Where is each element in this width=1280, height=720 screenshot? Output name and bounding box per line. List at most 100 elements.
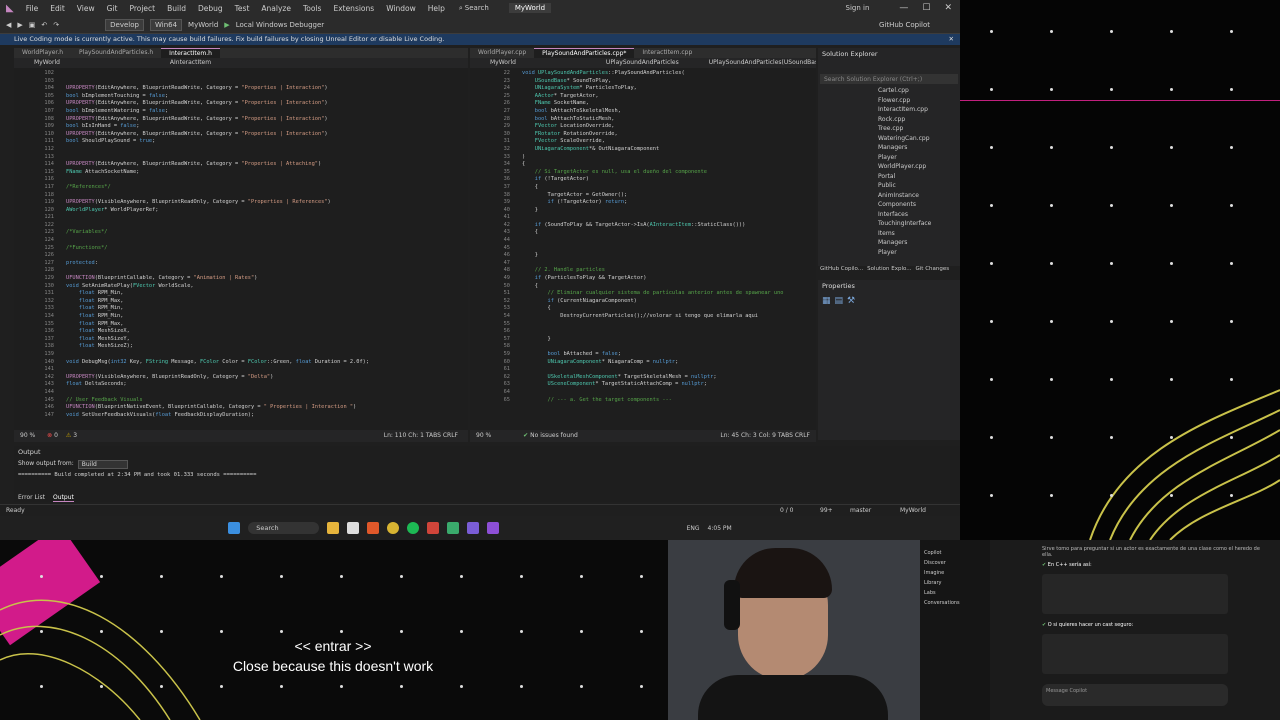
solution-search-input[interactable]: Search Solution Explorer (Ctrl+;) bbox=[820, 74, 958, 84]
copilot-message-input[interactable]: Message Copilot bbox=[1042, 684, 1228, 706]
solution-item[interactable]: Cartel.cpp bbox=[878, 86, 960, 96]
menu-item-test[interactable]: Test bbox=[229, 4, 256, 13]
solution-item[interactable]: AnimInstance bbox=[878, 191, 960, 201]
code-line[interactable] bbox=[66, 214, 369, 222]
code-line[interactable] bbox=[66, 176, 369, 184]
alphabetical-icon[interactable]: ▤ bbox=[835, 296, 844, 306]
search-button[interactable]: Search bbox=[465, 4, 489, 12]
code-line[interactable]: FVector ScaleOverride, bbox=[522, 138, 784, 146]
zoom-level[interactable]: 90 % bbox=[20, 432, 35, 439]
code-line[interactable]: UPROPERTY(EditAnywhere, BlueprintReadWri… bbox=[66, 100, 369, 108]
code-line[interactable]: ) bbox=[522, 154, 784, 162]
solution-item[interactable]: Items bbox=[878, 229, 960, 239]
solution-item[interactable]: Interfaces bbox=[878, 210, 960, 220]
close-icon[interactable]: ✕ bbox=[944, 3, 952, 13]
app-icon[interactable] bbox=[426, 522, 439, 534]
code-line[interactable] bbox=[522, 328, 784, 336]
code-line[interactable]: TargetActor = GetOwner(); bbox=[522, 192, 784, 200]
solution-item[interactable]: Managers bbox=[878, 238, 960, 248]
startup-project-dropdown[interactable]: MyWorld bbox=[188, 21, 218, 29]
editor-tab[interactable]: WorldPlayer.h bbox=[14, 48, 71, 58]
code-line[interactable]: FVector LocationOverride, bbox=[522, 123, 784, 131]
save-icon[interactable]: ▣ bbox=[29, 21, 36, 29]
left-code-area[interactable]: 102 103 104 105 106 107 108 109 110 111 112 113 114 1… bbox=[14, 70, 468, 430]
solution-item[interactable]: WateringCan.cpp bbox=[878, 134, 960, 144]
code-line[interactable]: // Si TargetActor es null, usa el dueño … bbox=[522, 169, 784, 177]
search-icon[interactable]: ⌕ bbox=[459, 4, 463, 13]
code-line[interactable]: bool bAttachToSkeletalMesh, bbox=[522, 108, 784, 116]
copilot-nav-item[interactable]: Labs bbox=[924, 588, 986, 598]
code-line[interactable]: /*Variables*/ bbox=[66, 229, 369, 237]
code-line[interactable]: float RPM_Max, bbox=[66, 298, 369, 306]
language-indicator[interactable]: ENG bbox=[687, 525, 700, 532]
code-line[interactable]: USoundBase* SoundToPlay, bbox=[522, 78, 784, 86]
solution-item[interactable]: Rock.cpp bbox=[878, 115, 960, 125]
menu-item-help[interactable]: Help bbox=[422, 4, 451, 13]
code-line[interactable]: UNiagaraSystem* ParticlesToPlay, bbox=[522, 85, 784, 93]
zoom-level[interactable]: 90 % bbox=[476, 432, 491, 439]
code-line[interactable]: float MeshSizeZ); bbox=[66, 343, 369, 351]
code-line[interactable]: float RPM_Min, bbox=[66, 290, 369, 298]
code-line[interactable] bbox=[66, 267, 369, 275]
redo-icon[interactable]: ↷ bbox=[53, 21, 59, 29]
minimize-icon[interactable]: — bbox=[899, 3, 908, 13]
code-line[interactable]: USceneComponent* TargetStaticAttachComp … bbox=[522, 381, 784, 389]
code-line[interactable]: protected: bbox=[66, 260, 369, 268]
code-line[interactable]: UPROPERTY(EditAnywhere, BlueprintReadWri… bbox=[66, 161, 369, 169]
code-line[interactable] bbox=[66, 252, 369, 260]
undo-icon[interactable]: ↶ bbox=[41, 21, 47, 29]
app-icon[interactable] bbox=[446, 522, 459, 534]
code-line[interactable]: float DeltaSeconds; bbox=[66, 381, 369, 389]
platform-dropdown[interactable]: Win64 bbox=[149, 18, 183, 31]
code-line[interactable]: bool bIsInHand = false; bbox=[66, 123, 369, 131]
forward-icon[interactable]: ▶ bbox=[17, 21, 22, 29]
code-line[interactable] bbox=[66, 366, 369, 374]
code-line[interactable]: void SetUserFeedbackVisuals(float Feedba… bbox=[66, 412, 369, 420]
code-line[interactable] bbox=[66, 70, 369, 78]
code-line[interactable]: { bbox=[522, 161, 784, 169]
code-line[interactable] bbox=[66, 146, 369, 154]
code-line[interactable]: // 2. Handle particles bbox=[522, 267, 784, 275]
code-line[interactable]: UPROPERTY(VisibleAnywhere, BlueprintRead… bbox=[66, 199, 369, 207]
code-line[interactable]: { bbox=[522, 305, 784, 313]
tool-window-tab[interactable]: GitHub Copilo... bbox=[820, 266, 863, 276]
menu-item-git[interactable]: Git bbox=[101, 4, 124, 13]
clock[interactable]: 4:05 PM bbox=[708, 525, 732, 532]
tool-window-tab[interactable]: Git Changes bbox=[916, 266, 950, 276]
copilot-nav-item[interactable]: Conversations bbox=[924, 598, 986, 608]
warning-icon[interactable]: ⚠ bbox=[66, 432, 71, 439]
store-icon[interactable] bbox=[346, 522, 359, 534]
code-line[interactable]: bool bImplementTouching = false; bbox=[66, 93, 369, 101]
code-line[interactable]: FRotator RotationOverride, bbox=[522, 131, 784, 139]
wrench-icon[interactable]: ⚒ bbox=[847, 296, 855, 306]
taskbar-search-box[interactable]: Search bbox=[248, 522, 319, 534]
code-line[interactable]: UPROPERTY(EditAnywhere, BlueprintReadWri… bbox=[66, 85, 369, 93]
solution-item[interactable]: WorldPlayer.cpp bbox=[878, 162, 960, 172]
code-line[interactable]: AActor* TargetActor, bbox=[522, 93, 784, 101]
code-line[interactable]: { bbox=[522, 184, 784, 192]
code-line[interactable]: bool bAttachToStaticMesh, bbox=[522, 116, 784, 124]
project-dropdown[interactable]: MyWorld bbox=[34, 58, 60, 68]
infobar-close-icon[interactable]: ✕ bbox=[949, 34, 954, 45]
source-text[interactable]: void UPlaySoundAndParticles::PlaySoundAn… bbox=[522, 70, 784, 404]
copilot-nav-item[interactable]: Imagine bbox=[924, 568, 986, 578]
solution-item[interactable]: Flower.cpp bbox=[878, 96, 960, 106]
code-line[interactable]: void SetAnimRatePlay(FVector WorldScale, bbox=[66, 283, 369, 291]
code-line[interactable]: UFUNCTION(BlueprintNativeEvent, Blueprin… bbox=[66, 404, 369, 412]
code-line[interactable]: // --- a. Get the target components --- bbox=[522, 397, 784, 405]
code-line[interactable]: if (ParticlesToPlay && TargetActor) bbox=[522, 275, 784, 283]
code-line[interactable] bbox=[522, 321, 784, 329]
code-line[interactable]: if (CurrentNiagaraComponent) bbox=[522, 298, 784, 306]
back-icon[interactable]: ◀ bbox=[6, 21, 11, 29]
copilot-button[interactable]: GitHub Copilot bbox=[879, 21, 930, 29]
spotify-icon[interactable] bbox=[406, 522, 419, 534]
menu-item-build[interactable]: Build bbox=[161, 4, 192, 13]
tab-error-list[interactable]: Error List bbox=[18, 494, 45, 502]
class-dropdown[interactable]: UPlaySoundAndParticles bbox=[606, 58, 679, 68]
code-line[interactable] bbox=[66, 154, 369, 162]
solution-item[interactable]: Portal bbox=[878, 172, 960, 182]
visual-studio-icon[interactable] bbox=[486, 522, 499, 534]
source-text[interactable]: UPROPERTY(EditAnywhere, BlueprintReadWri… bbox=[66, 70, 369, 419]
menu-item-debug[interactable]: Debug bbox=[192, 4, 229, 13]
code-line[interactable] bbox=[66, 237, 369, 245]
